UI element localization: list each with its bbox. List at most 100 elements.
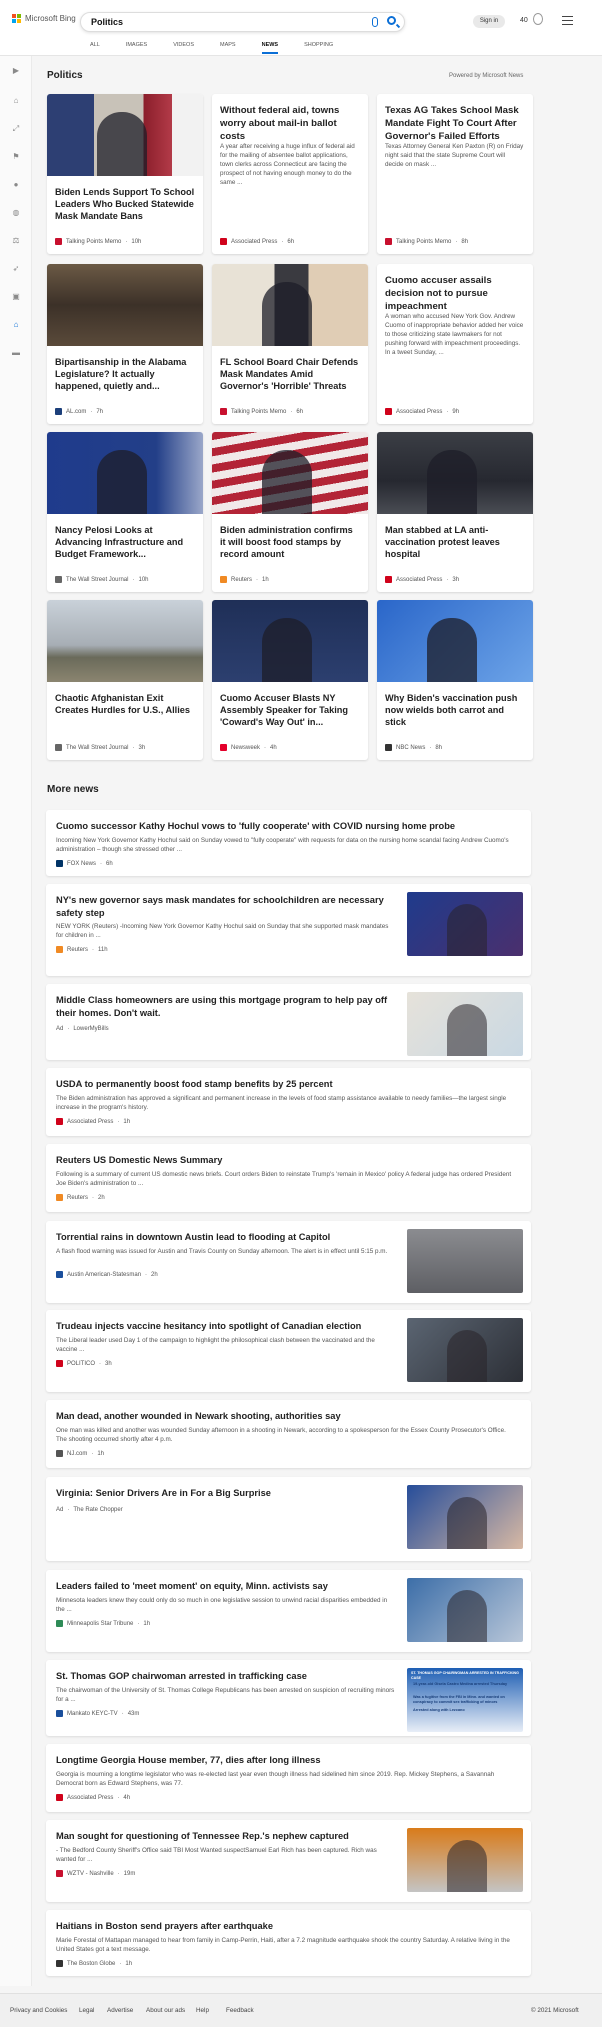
more-news-thumbnail[interactable] bbox=[407, 1229, 523, 1293]
more-news-title[interactable]: Trudeau injects vaccine hesitancy into s… bbox=[56, 1320, 396, 1333]
more-news-title[interactable]: Man dead, another wounded in Newark shoo… bbox=[56, 1410, 516, 1423]
news-card[interactable]: Biden Lends Support To School Leaders Wh… bbox=[47, 94, 203, 254]
more-news-title[interactable]: Man sought for questioning of Tennessee … bbox=[56, 1830, 396, 1843]
more-news-thumbnail[interactable]: ST. THOMAS GOP CHAIRWOMAN ARRESTED IN TR… bbox=[407, 1668, 523, 1732]
news-card-source[interactable]: Reuters · 1h bbox=[220, 576, 269, 583]
news-card[interactable]: Why Biden's vaccination push now wields … bbox=[377, 600, 533, 760]
news-card-source[interactable]: NBC News · 8h bbox=[385, 744, 442, 751]
more-news-item[interactable]: Haitians in Boston send prayers after ea… bbox=[46, 1910, 531, 1976]
news-card-image[interactable] bbox=[47, 600, 203, 682]
search-input[interactable]: Politics bbox=[91, 17, 123, 27]
more-news-item[interactable]: Torrential rains in downtown Austin lead… bbox=[46, 1221, 531, 1303]
news-card-title[interactable]: Why Biden's vaccination push now wields … bbox=[385, 692, 525, 728]
more-news-source[interactable]: POLITICO · 3h bbox=[56, 1360, 112, 1367]
news-card-source[interactable]: Talking Points Memo · 6h bbox=[220, 408, 303, 415]
news-card-source[interactable]: Talking Points Memo · 10h bbox=[55, 238, 141, 245]
more-news-title[interactable]: St. Thomas GOP chairwoman arrested in tr… bbox=[56, 1670, 396, 1683]
more-news-source[interactable]: Associated Press · 1h bbox=[56, 1118, 130, 1125]
bing-logo[interactable]: Microsoft Bing bbox=[12, 14, 76, 23]
more-news-source[interactable]: WZTV - Nashville · 19m bbox=[56, 1870, 135, 1877]
news-card-title[interactable]: Cuomo Accuser Blasts NY Assembly Speaker… bbox=[220, 692, 360, 728]
news-card[interactable]: Texas AG Takes School Mask Mandate Fight… bbox=[377, 94, 533, 254]
more-news-source[interactable]: NJ.com · 1h bbox=[56, 1450, 104, 1457]
news-card-title[interactable]: Chaotic Afghanistan Exit Creates Hurdles… bbox=[55, 692, 195, 716]
news-card-source[interactable]: AL.com · 7h bbox=[55, 408, 103, 415]
news-card-title[interactable]: Without federal aid, towns worry about m… bbox=[220, 104, 360, 143]
flag-icon[interactable]: ⚑ bbox=[11, 152, 21, 162]
location-pin-icon[interactable]: ● bbox=[11, 180, 21, 190]
tab-images[interactable]: IMAGES bbox=[126, 42, 147, 54]
more-news-title[interactable]: Virginia: Senior Drivers Are in For a Bi… bbox=[56, 1487, 396, 1500]
news-card-image[interactable] bbox=[377, 432, 533, 514]
tab-news[interactable]: NEWS bbox=[261, 42, 279, 54]
news-card-title[interactable]: FL School Board Chair Defends Mask Manda… bbox=[220, 356, 360, 392]
entertainment-icon[interactable]: ▣ bbox=[11, 292, 21, 302]
news-card-source[interactable]: Associated Press · 6h bbox=[220, 238, 294, 245]
footer-link[interactable]: Privacy and Cookies bbox=[10, 2007, 67, 2014]
news-card-image[interactable] bbox=[47, 432, 203, 514]
more-news-source[interactable]: Austin American-Statesman · 2h bbox=[56, 1271, 158, 1278]
more-news-item[interactable]: Reuters US Domestic News Summary Followin… bbox=[46, 1144, 531, 1212]
more-news-title[interactable]: Haitians in Boston send prayers after ea… bbox=[56, 1920, 516, 1933]
more-news-source[interactable]: Associated Press · 4h bbox=[56, 1794, 130, 1801]
footer-link[interactable]: Advertise bbox=[107, 2007, 133, 2014]
tab-videos[interactable]: VIDEOS bbox=[173, 42, 194, 54]
hamburger-menu-icon[interactable] bbox=[562, 16, 573, 28]
more-news-item[interactable]: Man dead, another wounded in Newark shoo… bbox=[46, 1400, 531, 1468]
news-card-title[interactable]: Biden Lends Support To School Leaders Wh… bbox=[55, 186, 195, 222]
news-card-title[interactable]: Cuomo accuser assails decision not to pu… bbox=[385, 274, 525, 313]
news-card-title[interactable]: Man stabbed at LA anti-vaccination prote… bbox=[385, 524, 525, 560]
more-news-title[interactable]: Reuters US Domestic News Summary bbox=[56, 1154, 516, 1167]
news-card-image[interactable] bbox=[212, 600, 368, 682]
news-card-source[interactable]: Newsweek · 4h bbox=[220, 744, 277, 751]
news-card-image[interactable] bbox=[47, 264, 203, 346]
powered-by[interactable]: Powered by Microsoft News bbox=[449, 73, 523, 79]
more-news-source[interactable]: The Boston Globe · 1h bbox=[56, 1960, 132, 1967]
news-card-title[interactable]: Biden administration confirms it will bo… bbox=[220, 524, 360, 560]
more-news-item[interactable]: St. Thomas GOP chairwoman arrested in tr… bbox=[46, 1660, 531, 1736]
footer-link[interactable]: Help bbox=[196, 2007, 209, 2014]
more-news-source[interactable]: Ad · LowerMyBills bbox=[56, 1026, 109, 1032]
more-news-item[interactable]: NY's new governor says mask mandates for… bbox=[46, 884, 531, 976]
news-card[interactable]: Man stabbed at LA anti-vaccination prote… bbox=[377, 432, 533, 592]
microphone-icon[interactable] bbox=[372, 17, 378, 27]
rewards-medal-icon[interactable] bbox=[533, 13, 543, 25]
more-news-item[interactable]: Leaders failed to 'meet moment' on equit… bbox=[46, 1570, 531, 1652]
search-icon[interactable] bbox=[387, 16, 396, 25]
more-news-title[interactable]: Middle Class homeowners are using this m… bbox=[56, 994, 396, 1020]
more-news-item[interactable]: Trudeau injects vaccine hesitancy into s… bbox=[46, 1310, 531, 1392]
more-news-item[interactable]: Virginia: Senior Drivers Are in For a Bi… bbox=[46, 1477, 531, 1561]
search-box[interactable]: Politics bbox=[80, 12, 405, 32]
sign-in-button[interactable]: Sign in bbox=[473, 15, 505, 28]
tab-all[interactable]: ALL bbox=[90, 42, 100, 54]
news-card-source[interactable]: The Wall Street Journal · 3h bbox=[55, 744, 145, 751]
more-news-title[interactable]: USDA to permanently boost food stamp ben… bbox=[56, 1078, 516, 1091]
news-card[interactable]: FL School Board Chair Defends Mask Manda… bbox=[212, 264, 368, 424]
news-card-title[interactable]: Nancy Pelosi Looks at Advancing Infrastr… bbox=[55, 524, 195, 560]
news-card-image[interactable] bbox=[47, 94, 203, 176]
more-news-title[interactable]: Cuomo successor Kathy Hochul vows to 'fu… bbox=[56, 820, 516, 833]
trending-icon[interactable]: ⤢ bbox=[11, 124, 21, 134]
news-card[interactable]: Chaotic Afghanistan Exit Creates Hurdles… bbox=[47, 600, 203, 760]
news-card-title[interactable]: Bipartisanship in the Alabama Legislatur… bbox=[55, 356, 195, 392]
more-news-title[interactable]: NY's new governor says mask mandates for… bbox=[56, 894, 396, 920]
news-card-image[interactable] bbox=[377, 600, 533, 682]
news-card-source[interactable]: Associated Press · 3h bbox=[385, 576, 459, 583]
news-card-source[interactable]: Associated Press · 9h bbox=[385, 408, 459, 415]
more-news-item[interactable]: Longtime Georgia House member, 77, dies … bbox=[46, 1744, 531, 1812]
news-card-title[interactable]: Texas AG Takes School Mask Mandate Fight… bbox=[385, 104, 525, 143]
more-news-thumbnail[interactable] bbox=[407, 1828, 523, 1892]
more-news-thumbnail[interactable] bbox=[407, 1578, 523, 1642]
tab-maps[interactable]: MAPS bbox=[220, 42, 236, 54]
footer-link[interactable]: About our ads bbox=[146, 2007, 185, 2014]
more-news-source[interactable]: Ad · The Rate Chopper bbox=[56, 1507, 123, 1513]
card-icon[interactable]: ▬ bbox=[11, 348, 21, 358]
news-card[interactable]: Bipartisanship in the Alabama Legislatur… bbox=[47, 264, 203, 424]
more-news-item[interactable]: Cuomo successor Kathy Hochul vows to 'fu… bbox=[46, 810, 531, 876]
more-news-title[interactable]: Torrential rains in downtown Austin lead… bbox=[56, 1231, 396, 1244]
politics-icon[interactable]: ⚖ bbox=[11, 236, 21, 246]
more-news-thumbnail[interactable] bbox=[407, 1485, 523, 1549]
more-news-source[interactable]: Mankato KEYC-TV · 43m bbox=[56, 1710, 139, 1717]
footer-link[interactable]: Legal bbox=[79, 2007, 94, 2014]
more-news-item[interactable]: USDA to permanently boost food stamp ben… bbox=[46, 1068, 531, 1136]
